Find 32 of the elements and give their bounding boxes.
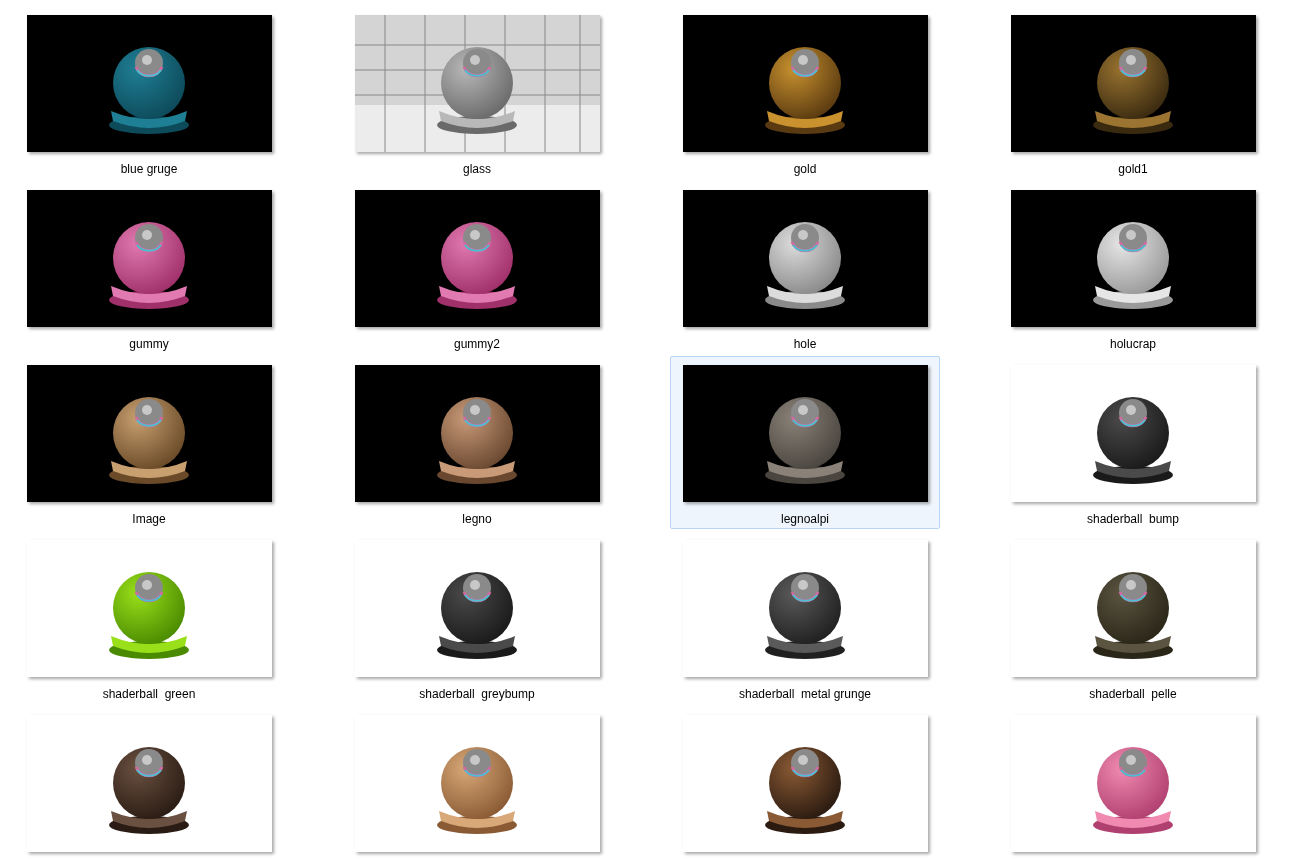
- file-name: Image: [132, 512, 166, 526]
- file-name: legnoalpi: [780, 512, 829, 526]
- file-item[interactable]: shaderball pelle: [998, 531, 1268, 704]
- file-item[interactable]: gold1: [998, 6, 1268, 179]
- file-item[interactable]: shaderball bump: [998, 356, 1268, 529]
- file-item[interactable]: Image: [14, 356, 284, 529]
- file-name: glass: [463, 162, 491, 176]
- file-item[interactable]: shaderball greybump: [342, 531, 612, 704]
- file-name: legno: [462, 512, 492, 526]
- file-name: shaderball green: [102, 687, 196, 701]
- file-item[interactable]: holucrap: [998, 181, 1268, 354]
- file-item[interactable]: shaderball green: [14, 531, 284, 704]
- file-name: gummy: [129, 337, 169, 351]
- file-item[interactable]: legnoalpi: [670, 356, 940, 529]
- file-item[interactable]: gummy2: [342, 181, 612, 354]
- file-name: gold1: [1118, 162, 1148, 176]
- file-name: shaderball greybump: [419, 687, 535, 701]
- file-item[interactable]: blue gruge: [14, 6, 284, 179]
- file-name: shaderball pelle: [1089, 687, 1177, 701]
- file-name: holucrap: [1110, 337, 1156, 351]
- file-name: blue gruge: [120, 162, 178, 176]
- file-item[interactable]: hole: [670, 181, 940, 354]
- file-name: shaderball metal grunge: [738, 687, 872, 701]
- file-item[interactable]: shaderball metal grunge: [670, 531, 940, 704]
- file-name: hole: [793, 337, 817, 351]
- file-name: shaderball bump: [1086, 512, 1180, 526]
- file-item[interactable]: legno: [342, 356, 612, 529]
- file-item[interactable]: gold: [670, 6, 940, 179]
- file-item[interactable]: gummy: [14, 181, 284, 354]
- file-name: gummy2: [454, 337, 500, 351]
- file-name: gold: [793, 162, 817, 176]
- file-item[interactable]: glass: [342, 6, 612, 179]
